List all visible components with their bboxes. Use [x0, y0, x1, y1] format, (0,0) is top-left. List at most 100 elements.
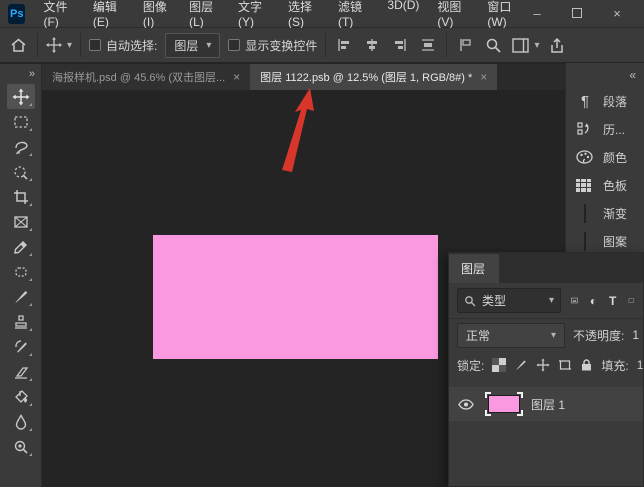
layer-row[interactable]: 图层 1: [449, 387, 643, 421]
history-brush-icon: [12, 338, 30, 356]
marquee-icon: [12, 113, 30, 131]
move-tool-icon: [46, 37, 62, 53]
move-tool[interactable]: [7, 84, 35, 109]
align-right-button[interactable]: [390, 35, 410, 55]
tab-close-icon[interactable]: ×: [233, 70, 240, 84]
maximize-button[interactable]: [570, 6, 584, 21]
close-button[interactable]: ×: [610, 6, 624, 21]
title-bar: Ps 文件(F) 编辑(E) 图像(I) 图层(L) 文字(Y) 选择(S) 滤…: [0, 0, 644, 28]
share-icon: [549, 37, 565, 54]
home-icon: [10, 37, 27, 54]
auto-select-checkbox[interactable]: [89, 39, 101, 51]
move-tool-preset[interactable]: ▾: [46, 37, 72, 53]
tab-close-icon[interactable]: ×: [480, 70, 487, 84]
blend-mode-dropdown[interactable]: 正常 ▾: [457, 323, 565, 348]
dock-item-label: 历...: [603, 121, 625, 138]
healing-patch-icon: [12, 263, 30, 281]
align-center-horizontal-button[interactable]: [362, 35, 382, 55]
zoom-search-button[interactable]: [483, 35, 504, 56]
layer-visibility-toggle[interactable]: [455, 399, 477, 410]
dock-item-patterns[interactable]: 图案: [566, 227, 644, 255]
align-distribute-flyout-button[interactable]: [455, 35, 475, 55]
dock-item-color[interactable]: 颜色: [566, 143, 644, 171]
object-selection-tool[interactable]: [7, 159, 35, 184]
dock-item-history[interactable]: 历...: [566, 115, 644, 143]
chevron-down-icon: ▾: [549, 295, 554, 306]
dock-item-label: 渐变: [603, 205, 627, 222]
layers-panel-tab[interactable]: 图层: [449, 254, 499, 283]
home-button[interactable]: [8, 35, 29, 56]
fill-value[interactable]: 1: [637, 358, 644, 372]
minimize-button[interactable]: –: [530, 6, 544, 21]
filter-shape-layers-icon[interactable]: [628, 294, 635, 307]
chevron-down-icon: ▾: [67, 40, 72, 51]
search-icon: [485, 37, 502, 54]
crop-tool[interactable]: [7, 184, 35, 209]
annotation-arrow: [268, 82, 328, 182]
thumbnail-corner: [517, 410, 523, 416]
dock-item-swatches[interactable]: 色板: [566, 171, 644, 199]
lock-row: 锁定: 填充: 1: [449, 351, 643, 379]
frame-tool[interactable]: [7, 209, 35, 234]
eye-icon: [458, 399, 474, 410]
share-button[interactable]: [547, 35, 567, 56]
gradient-paint-bucket-tool[interactable]: [7, 384, 35, 409]
frame-icon: [12, 213, 30, 231]
filter-type-layers-icon[interactable]: T: [609, 294, 616, 308]
layer-filter-type-dropdown[interactable]: 类型 ▾: [457, 288, 561, 313]
show-transform-label: 显示变换控件: [245, 37, 317, 54]
eraser-tool[interactable]: [7, 359, 35, 384]
clone-stamp-tool[interactable]: [7, 309, 35, 334]
distribute-vertical-button[interactable]: [418, 35, 438, 55]
eyedropper-tool[interactable]: [7, 234, 35, 259]
align-right-icon: [392, 37, 408, 53]
window-controls: – ×: [530, 6, 644, 21]
lock-all-icon[interactable]: [580, 358, 593, 372]
distribute-vertical-icon: [420, 37, 436, 53]
paint-bucket-icon: [12, 388, 30, 406]
dock-item-gradients[interactable]: 渐变: [566, 199, 644, 227]
dock-item-label: 色板: [603, 177, 627, 194]
blur-drop-icon: [12, 413, 30, 431]
options-separator: [80, 33, 81, 57]
layer-thumbnail-image: [488, 395, 520, 413]
align-left-button[interactable]: [334, 35, 354, 55]
workspace-switcher[interactable]: ▾: [512, 38, 539, 53]
dock-item-label: 图案: [603, 233, 627, 250]
align-left-icon: [336, 37, 352, 53]
paragraph-icon: ¶: [576, 93, 594, 110]
layer-name[interactable]: 图层 1: [531, 396, 565, 413]
history-brush-tool[interactable]: [7, 334, 35, 359]
lasso-tool[interactable]: [7, 134, 35, 159]
lock-position-icon[interactable]: [536, 358, 550, 372]
brush-icon: [12, 288, 30, 306]
dodge-tool[interactable]: [7, 434, 35, 459]
dock-item-paragraph[interactable]: ¶ 段落: [566, 87, 644, 115]
tool-options-bar: ▾ 自动选择: 图层 ▾ 显示变换控件 ▾: [0, 28, 644, 63]
lock-transparency-icon[interactable]: [492, 358, 506, 372]
spot-healing-brush-tool[interactable]: [7, 259, 35, 284]
opacity-value[interactable]: 1: [632, 328, 639, 342]
document-tab-inactive[interactable]: 海报样机.psd @ 45.6% (双击图层... ×: [42, 64, 250, 90]
dock-item-label: 段落: [603, 93, 627, 110]
align-center-horizontal-icon: [364, 37, 380, 53]
auto-select-target-dropdown[interactable]: 图层 ▾: [165, 33, 220, 58]
thumbnail-corner: [517, 392, 523, 398]
lock-pixels-brush-icon[interactable]: [514, 358, 528, 372]
lock-artboard-icon[interactable]: [558, 358, 572, 372]
brush-tool[interactable]: [7, 284, 35, 309]
filter-adjustment-layers-icon[interactable]: ◐: [590, 294, 597, 308]
eyedropper-icon: [12, 238, 30, 256]
options-separator: [37, 33, 38, 57]
layer-thumbnail[interactable]: [485, 392, 523, 416]
show-transform-checkbox[interactable]: [228, 39, 240, 51]
toolbar-expand-button[interactable]: »: [29, 66, 41, 84]
eraser-icon: [12, 363, 30, 381]
layer-filter-row: 类型 ▾ ◐ T: [449, 283, 643, 319]
rectangular-marquee-tool[interactable]: [7, 109, 35, 134]
dock-collapse-button[interactable]: «: [566, 63, 644, 87]
filter-pixel-layers-icon[interactable]: [571, 294, 578, 307]
blur-tool[interactable]: [7, 409, 35, 434]
pink-rectangle-layer[interactable]: [153, 235, 438, 359]
maximize-icon: [572, 8, 582, 18]
